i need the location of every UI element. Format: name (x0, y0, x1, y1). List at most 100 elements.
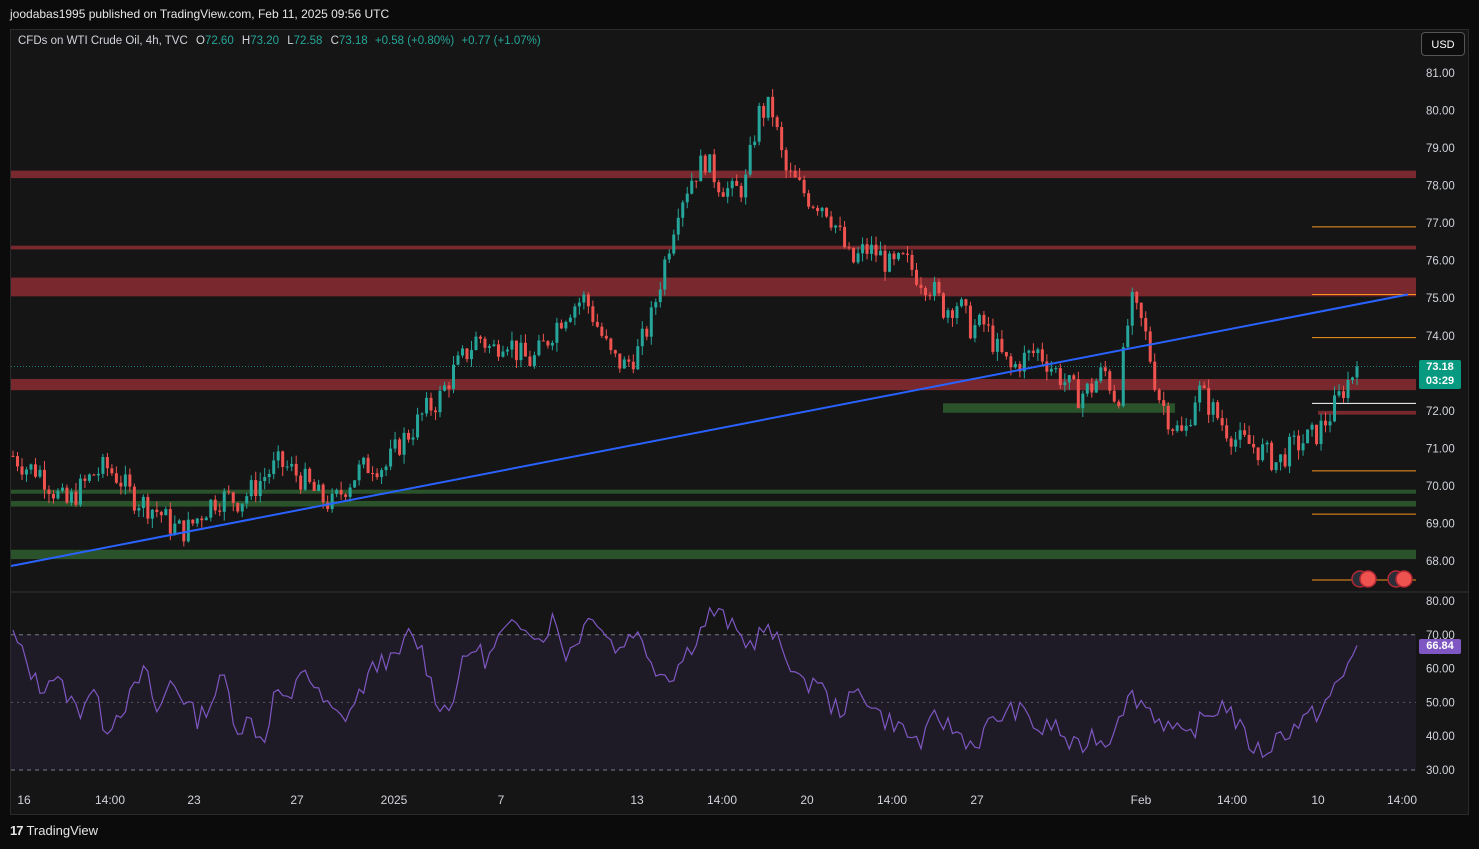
candle-body (15, 456, 19, 467)
candle-body (281, 451, 285, 467)
support-zone (943, 403, 1175, 413)
candle-body (744, 174, 748, 198)
candle-body (456, 355, 460, 365)
rsi-axis: 80.0070.0060.0050.0040.0030.00 (1426, 596, 1455, 777)
candle-body (838, 225, 842, 227)
candle-body (222, 491, 226, 512)
candle-body (411, 437, 415, 440)
candle-body (96, 473, 100, 476)
candle-body (47, 489, 51, 495)
candle-body (1130, 292, 1134, 326)
time-tick-label: 27 (290, 793, 304, 807)
candle-body (748, 144, 752, 175)
support-zone (11, 489, 1416, 494)
footer-brand[interactable]: 17 TradingView (10, 823, 98, 838)
candle-body (123, 474, 127, 487)
candle-body (654, 302, 658, 308)
candle-body (1337, 391, 1341, 396)
candle-body (1045, 361, 1049, 372)
candle-body (1054, 368, 1058, 370)
candle-body (137, 508, 141, 511)
rsi-tick-label: 40.00 (1426, 731, 1455, 743)
price-tick-label: 70.00 (1426, 481, 1455, 493)
candle-body (60, 487, 64, 491)
candle-body (402, 432, 406, 455)
candle-body (1211, 402, 1215, 415)
candle-body (1180, 425, 1184, 431)
candle-body (1355, 366, 1359, 378)
candle-body (460, 348, 464, 356)
candle-body (348, 487, 352, 497)
candle-body (141, 496, 145, 509)
candle-body (627, 359, 631, 362)
candle-body (24, 469, 28, 475)
candle-body (861, 244, 865, 254)
rsi-value-badge: 66.84 (1419, 639, 1461, 654)
candle-body (636, 346, 640, 370)
candle-body (209, 499, 213, 518)
high-label: H (241, 35, 251, 47)
candle-body (865, 244, 869, 254)
candle-body (335, 489, 339, 494)
candle-body (613, 350, 617, 354)
candle-body (932, 282, 936, 296)
candle-body (959, 299, 963, 307)
candle-body (672, 234, 676, 254)
candle-body (267, 474, 271, 478)
candle-body (146, 496, 150, 519)
candle-body (1090, 383, 1094, 393)
candle-body (982, 314, 986, 325)
candle-body (676, 217, 680, 235)
candle-body (717, 182, 721, 193)
candle-body (92, 474, 96, 476)
candle-body (699, 155, 703, 182)
candle-body (663, 259, 667, 290)
open-label: O (195, 35, 205, 47)
candle-body (757, 105, 761, 142)
candle-body (132, 486, 136, 511)
time-tick-label: 14:00 (1217, 793, 1247, 807)
time-tick-label: 27 (970, 793, 984, 807)
candle-body (820, 207, 824, 212)
time-tick-label: 20 (800, 793, 814, 807)
price-tick-label: 69.00 (1426, 518, 1455, 530)
candle-body (330, 493, 334, 510)
last-price-badge: 73.18 03:29 (1419, 360, 1461, 389)
candle-body (1166, 405, 1170, 430)
candle-body (353, 480, 357, 488)
candle-body (1265, 442, 1269, 445)
candle-body (483, 338, 487, 348)
candle-body (87, 474, 91, 481)
currency-button[interactable]: USD (1421, 32, 1465, 56)
candle-body (110, 468, 114, 474)
candle-body (852, 247, 856, 263)
candle-body (1153, 361, 1157, 390)
candles (11, 89, 1359, 547)
candle-body (1247, 434, 1251, 444)
low-value: 72.58 (293, 35, 323, 47)
candle-body (658, 289, 662, 303)
candle-body (690, 180, 694, 194)
candle-body (1220, 418, 1224, 426)
candle-body (263, 477, 267, 482)
candle-body (1229, 438, 1233, 447)
chart-canvas[interactable]: 81.00 80.00 79.00 78.00 77.00 76.00 75.00 74.00… (0, 0, 1479, 849)
candle-body (1000, 338, 1004, 353)
candle-body (879, 250, 883, 256)
candle-body (555, 322, 559, 343)
candle-body (645, 328, 649, 337)
candle-body (1301, 443, 1305, 451)
candle-body (667, 253, 671, 260)
candle-body (780, 127, 784, 151)
open-value: 72.60 (204, 35, 234, 47)
economic-event-icon (1395, 570, 1413, 588)
candle-body (609, 338, 613, 351)
candle-body (793, 170, 797, 178)
symbol-name[interactable]: CFDs on WTI Crude Oil, 4h, TVC (18, 35, 188, 47)
candle-body (393, 439, 397, 449)
candle-body (227, 491, 231, 493)
candle-body (213, 499, 217, 511)
candle-body (1297, 435, 1301, 451)
candle-body (874, 244, 878, 256)
price-tick-label: 81.00 (1426, 68, 1455, 80)
